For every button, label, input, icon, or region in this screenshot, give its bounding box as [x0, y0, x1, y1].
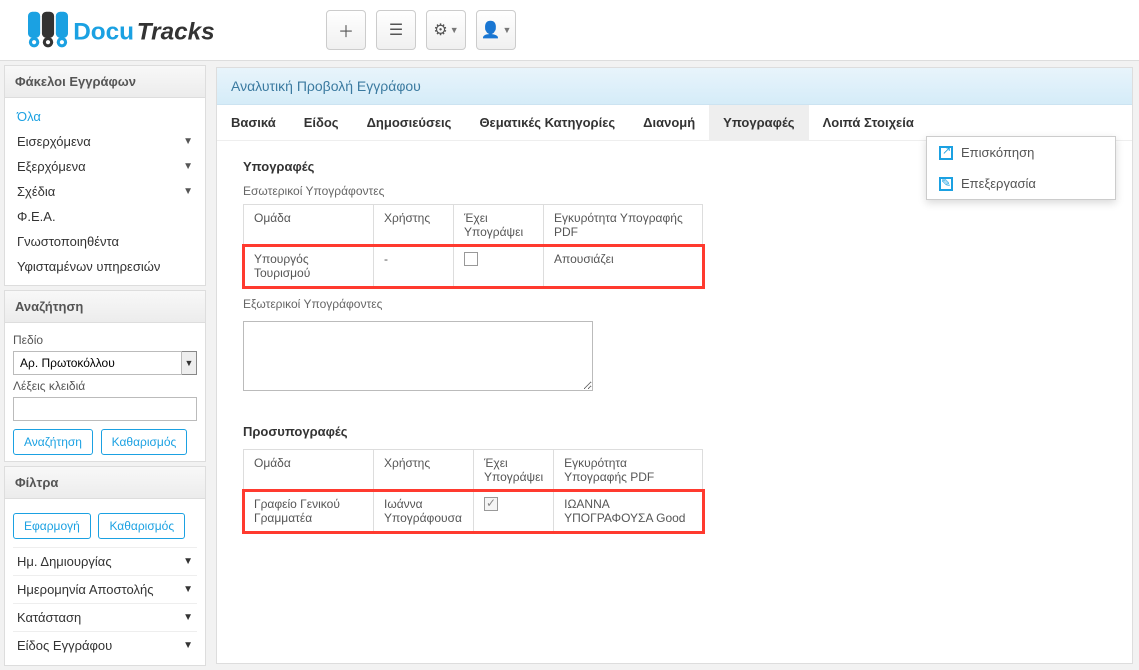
col-validity: Εγκυρότητα Υπογραφής PDF: [554, 450, 703, 491]
clear-search-button[interactable]: Καθαρισμός: [101, 429, 188, 455]
chevron-down-icon: ▼: [183, 136, 193, 147]
cell-validity: Απουσιάζει: [544, 246, 703, 287]
col-group: Ομάδα: [244, 450, 374, 491]
chevron-down-icon: ▼: [183, 161, 193, 172]
edit-icon: [939, 177, 953, 191]
signed-checkbox: [484, 497, 498, 511]
main-area: Αναλυτική Προβολή Εγγράφου Βασικά Είδος …: [210, 61, 1139, 670]
field-select[interactable]: [13, 351, 182, 375]
tab-type[interactable]: Είδος: [290, 105, 353, 140]
sidebar-item-subordinate[interactable]: Υφισταμένων υπηρεσιών: [13, 254, 197, 279]
tab-publications[interactable]: Δημοσιεύσεις: [353, 105, 466, 140]
filters-header: Φίλτρα: [5, 467, 205, 499]
action-menu: Επισκόπηση Επεξεργασία: [926, 136, 1116, 200]
field-dropdown-button[interactable]: ▼: [182, 351, 197, 375]
chevron-down-icon: ▼: [503, 25, 512, 35]
gear-icon: ⚙: [433, 20, 447, 40]
chevron-down-icon: ▼: [183, 186, 193, 197]
col-user: Χρήστης: [374, 450, 474, 491]
table-row: Υπουργός Τουρισμού - Απουσιάζει: [244, 246, 703, 287]
tab-content: Υπογραφές Εσωτερικοί Υπογράφοντες Ομάδα …: [217, 141, 1132, 550]
clear-filters-button[interactable]: Καθαρισμός: [98, 513, 185, 539]
sidebar-item-drafts[interactable]: Σχέδια▼: [13, 179, 197, 204]
chevron-down-icon: ▼: [183, 640, 193, 651]
keywords-input[interactable]: [13, 397, 197, 421]
chevron-down-icon: ▼: [183, 556, 193, 567]
top-bar: Docu Tracks ＋ ☰ ⚙▼ 👤▼: [0, 0, 1139, 61]
list-button[interactable]: ☰: [376, 10, 416, 50]
col-signed: Έχει Υπογράψει: [454, 205, 544, 246]
sidebar: Φάκελοι Εγγράφων Όλα Εισερχόμενα▼ Εξερχό…: [0, 61, 210, 670]
presignatures-table: Ομάδα Χρήστης Έχει Υπογράψει Εγκυρότητα …: [243, 449, 703, 532]
cell-signed: [474, 491, 554, 532]
chevron-down-icon: ▼: [183, 584, 193, 595]
edit-action[interactable]: Επεξεργασία: [927, 168, 1115, 199]
sidebar-item-inbox[interactable]: Εισερχόμενα▼: [13, 129, 197, 154]
search-panel: Αναζήτηση Πεδίο ▼ Λέξεις κλειδιά Αναζήτη…: [4, 290, 206, 462]
plus-icon: ＋: [338, 18, 354, 42]
cell-validity: ΙΩΑΝΝΑ ΥΠΟΓΡΑΦΟΥΣΑ Good: [554, 491, 703, 532]
folders-panel: Φάκελοι Εγγράφων Όλα Εισερχόμενα▼ Εξερχό…: [4, 65, 206, 286]
folders-header: Φάκελοι Εγγράφων: [5, 66, 205, 98]
document-title: Αναλυτική Προβολή Εγγράφου: [217, 68, 1132, 105]
preview-icon: [939, 146, 953, 160]
field-label: Πεδίο: [13, 333, 197, 347]
add-button[interactable]: ＋: [326, 10, 366, 50]
cell-user: -: [374, 246, 454, 287]
filter-row-status[interactable]: Κατάσταση▼: [13, 603, 197, 631]
table-header-row: Ομάδα Χρήστης Έχει Υπογράψει Εγκυρότητα …: [244, 450, 703, 491]
cell-group: Υπουργός Τουρισμού: [244, 246, 374, 287]
preview-label: Επισκόπηση: [961, 145, 1034, 160]
sidebar-item-outbox[interactable]: Εξερχόμενα▼: [13, 154, 197, 179]
filter-row-created[interactable]: Ημ. Δημιουργίας▼: [13, 547, 197, 575]
internal-signers-table: Ομάδα Χρήστης Έχει Υπογράψει Εγκυρότητα …: [243, 204, 703, 287]
cell-signed: [454, 246, 544, 287]
external-signers-heading: Εξωτερικοί Υπογράφοντες: [243, 297, 1106, 311]
chevron-down-icon: ▼: [450, 25, 459, 35]
col-validity: Εγκυρότητα Υπογραφής PDF: [544, 205, 703, 246]
search-header: Αναζήτηση: [5, 291, 205, 323]
settings-button[interactable]: ⚙▼: [426, 10, 466, 50]
filter-row-type[interactable]: Είδος Εγγράφου▼: [13, 631, 197, 659]
keywords-label: Λέξεις κλειδιά: [13, 379, 197, 393]
main-toolbar: ＋ ☰ ⚙▼ 👤▼: [326, 10, 516, 50]
app-logo[interactable]: Docu Tracks: [10, 6, 246, 54]
list-icon: ☰: [389, 20, 403, 40]
user-button[interactable]: 👤▼: [476, 10, 516, 50]
tab-distribution[interactable]: Διανομή: [629, 105, 709, 140]
tab-signatures[interactable]: Υπογραφές: [709, 105, 808, 140]
col-group: Ομάδα: [244, 205, 374, 246]
sidebar-item-notified[interactable]: Γνωστοποιηθέντα: [13, 229, 197, 254]
col-user: Χρήστης: [374, 205, 454, 246]
chevron-down-icon: ▼: [183, 612, 193, 623]
sidebar-item-fea[interactable]: Φ.Ε.Α.: [13, 204, 197, 229]
apply-filters-button[interactable]: Εφαρμογή: [13, 513, 91, 539]
sidebar-item-all[interactable]: Όλα: [13, 104, 197, 129]
tab-categories[interactable]: Θεματικές Κατηγορίες: [465, 105, 629, 140]
chevron-down-icon: ▼: [185, 358, 194, 368]
cell-group: Γραφείο Γενικού Γραμματέα: [244, 491, 374, 532]
user-icon: 👤: [481, 20, 501, 40]
edit-label: Επεξεργασία: [961, 176, 1036, 191]
svg-text:Tracks: Tracks: [137, 19, 215, 46]
table-header-row: Ομάδα Χρήστης Έχει Υπογράψει Εγκυρότητα …: [244, 205, 703, 246]
table-row: Γραφείο Γενικού Γραμματέα Ιωάννα Υπογράφ…: [244, 491, 703, 532]
search-button[interactable]: Αναζήτηση: [13, 429, 93, 455]
svg-text:Docu: Docu: [73, 19, 134, 46]
preview-action[interactable]: Επισκόπηση: [927, 137, 1115, 168]
tab-basic[interactable]: Βασικά: [217, 105, 290, 140]
external-signers-textarea[interactable]: [243, 321, 593, 391]
cell-user: Ιωάννα Υπογράφουσα: [374, 491, 474, 532]
filter-row-sent[interactable]: Ημερομηνία Αποστολής▼: [13, 575, 197, 603]
document-panel: Αναλυτική Προβολή Εγγράφου Βασικά Είδος …: [216, 67, 1133, 664]
tab-other[interactable]: Λοιπά Στοιχεία: [809, 105, 928, 140]
presignatures-heading: Προσυπογραφές: [243, 424, 1106, 439]
filters-panel: Φίλτρα Εφαρμογή Καθαρισμός Ημ. Δημιουργί…: [4, 466, 206, 666]
signed-checkbox[interactable]: [464, 252, 478, 266]
col-signed: Έχει Υπογράψει: [474, 450, 554, 491]
